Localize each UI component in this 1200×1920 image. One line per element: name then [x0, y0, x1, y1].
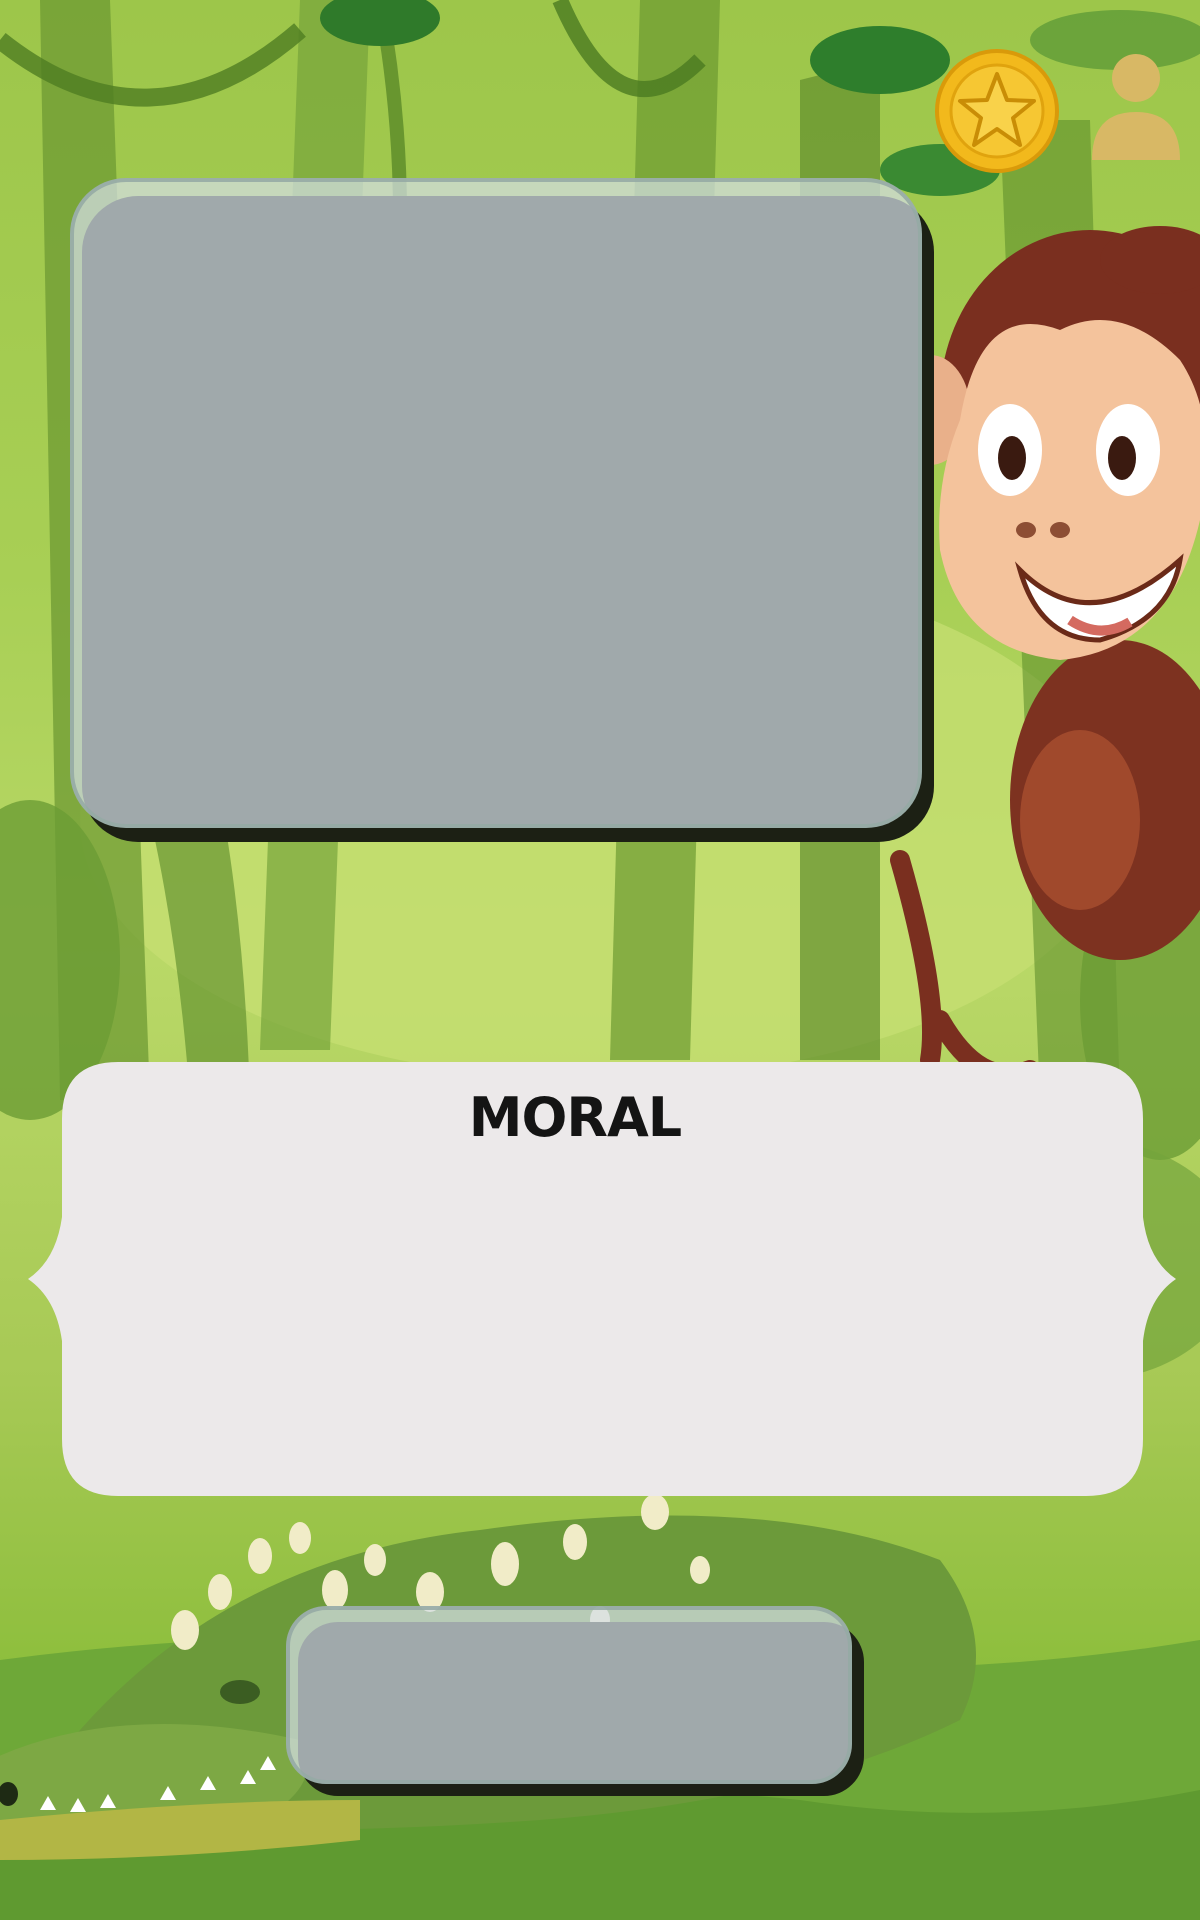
star-coin-icon[interactable]	[934, 48, 1060, 174]
moral-title: MORAL	[468, 1086, 682, 1149]
moral-text	[110, 1180, 1040, 1460]
action-button[interactable]	[286, 1606, 852, 1784]
game-screen: MORAL	[0, 0, 1200, 1920]
user-profile-icon[interactable]	[1090, 48, 1182, 164]
story-image-panel	[70, 178, 922, 828]
